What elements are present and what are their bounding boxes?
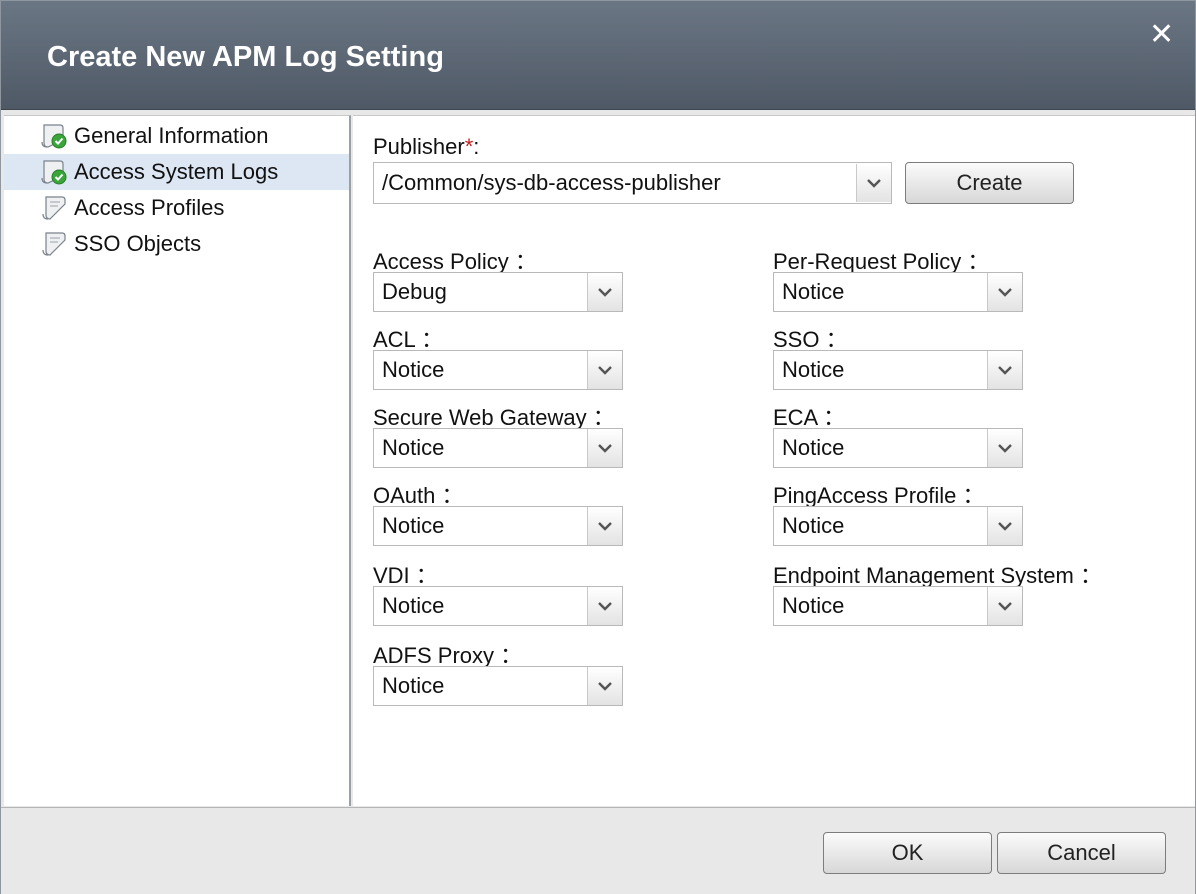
secure-web-gateway-select[interactable]: Notice <box>373 428 623 468</box>
access-policy-select[interactable]: Debug <box>373 272 623 312</box>
endpoint-management-system-select[interactable]: Notice <box>773 586 1023 626</box>
per-request-policy-select[interactable]: Notice <box>773 272 1023 312</box>
chevron-down-icon <box>587 507 622 545</box>
eca-select[interactable]: Notice <box>773 428 1023 468</box>
publisher-select[interactable]: /Common/sys-db-access-publisher <box>373 162 892 204</box>
chevron-down-icon <box>987 507 1022 545</box>
pingaccess-profile-select[interactable]: Notice <box>773 506 1023 546</box>
sidebar-item-label: Access System Logs <box>74 159 279 184</box>
chevron-down-icon <box>587 351 622 389</box>
cancel-button[interactable]: Cancel <box>997 832 1166 874</box>
acl-select[interactable]: Notice <box>373 350 623 390</box>
dialog-title: Create New APM Log Setting <box>47 41 444 73</box>
dialog-footer: OK Cancel <box>1 807 1195 894</box>
chevron-down-icon <box>987 273 1022 311</box>
chevron-down-icon <box>987 429 1022 467</box>
required-marker: * <box>464 134 474 159</box>
chevron-down-icon <box>587 273 622 311</box>
sso-select[interactable]: Notice <box>773 350 1023 390</box>
vdi-select[interactable]: Notice <box>373 586 623 626</box>
scroll-check-icon <box>41 124 67 149</box>
scroll-check-icon <box>41 160 67 185</box>
dialog-header: Create New APM Log Setting ✕ <box>1 1 1195 110</box>
sidebar-item-label: SSO Objects <box>74 231 202 256</box>
sidebar-item-access-profiles[interactable]: Access Profiles <box>4 190 349 226</box>
sidebar-item-label: Access Profiles <box>74 195 225 220</box>
chevron-down-icon <box>987 351 1022 389</box>
main-content: Publisher*: /Common/sys-db-access-publis… <box>353 115 1195 806</box>
dialog: Create New APM Log Setting ✕ General Inf… <box>0 0 1196 894</box>
create-button[interactable]: Create <box>905 162 1074 204</box>
ok-button[interactable]: OK <box>823 832 992 874</box>
close-icon[interactable]: ✕ <box>1149 20 1174 50</box>
sidebar: General Information Access System Logs A… <box>4 115 351 806</box>
chevron-down-icon <box>856 164 891 202</box>
chevron-down-icon <box>587 429 622 467</box>
scroll-icon <box>42 232 66 256</box>
sidebar-item-access-system-logs[interactable]: Access System Logs <box>4 154 349 190</box>
publisher-label: Publisher*: <box>373 134 480 159</box>
chevron-down-icon <box>587 667 622 705</box>
oauth-select[interactable]: Notice <box>373 506 623 546</box>
sidebar-item-general-information[interactable]: General Information <box>4 118 349 154</box>
sidebar-item-sso-objects[interactable]: SSO Objects <box>4 226 349 262</box>
scroll-icon <box>42 196 66 220</box>
chevron-down-icon <box>587 587 622 625</box>
sidebar-item-label: General Information <box>74 123 269 148</box>
chevron-down-icon <box>987 587 1022 625</box>
adfs-proxy-select[interactable]: Notice <box>373 666 623 706</box>
